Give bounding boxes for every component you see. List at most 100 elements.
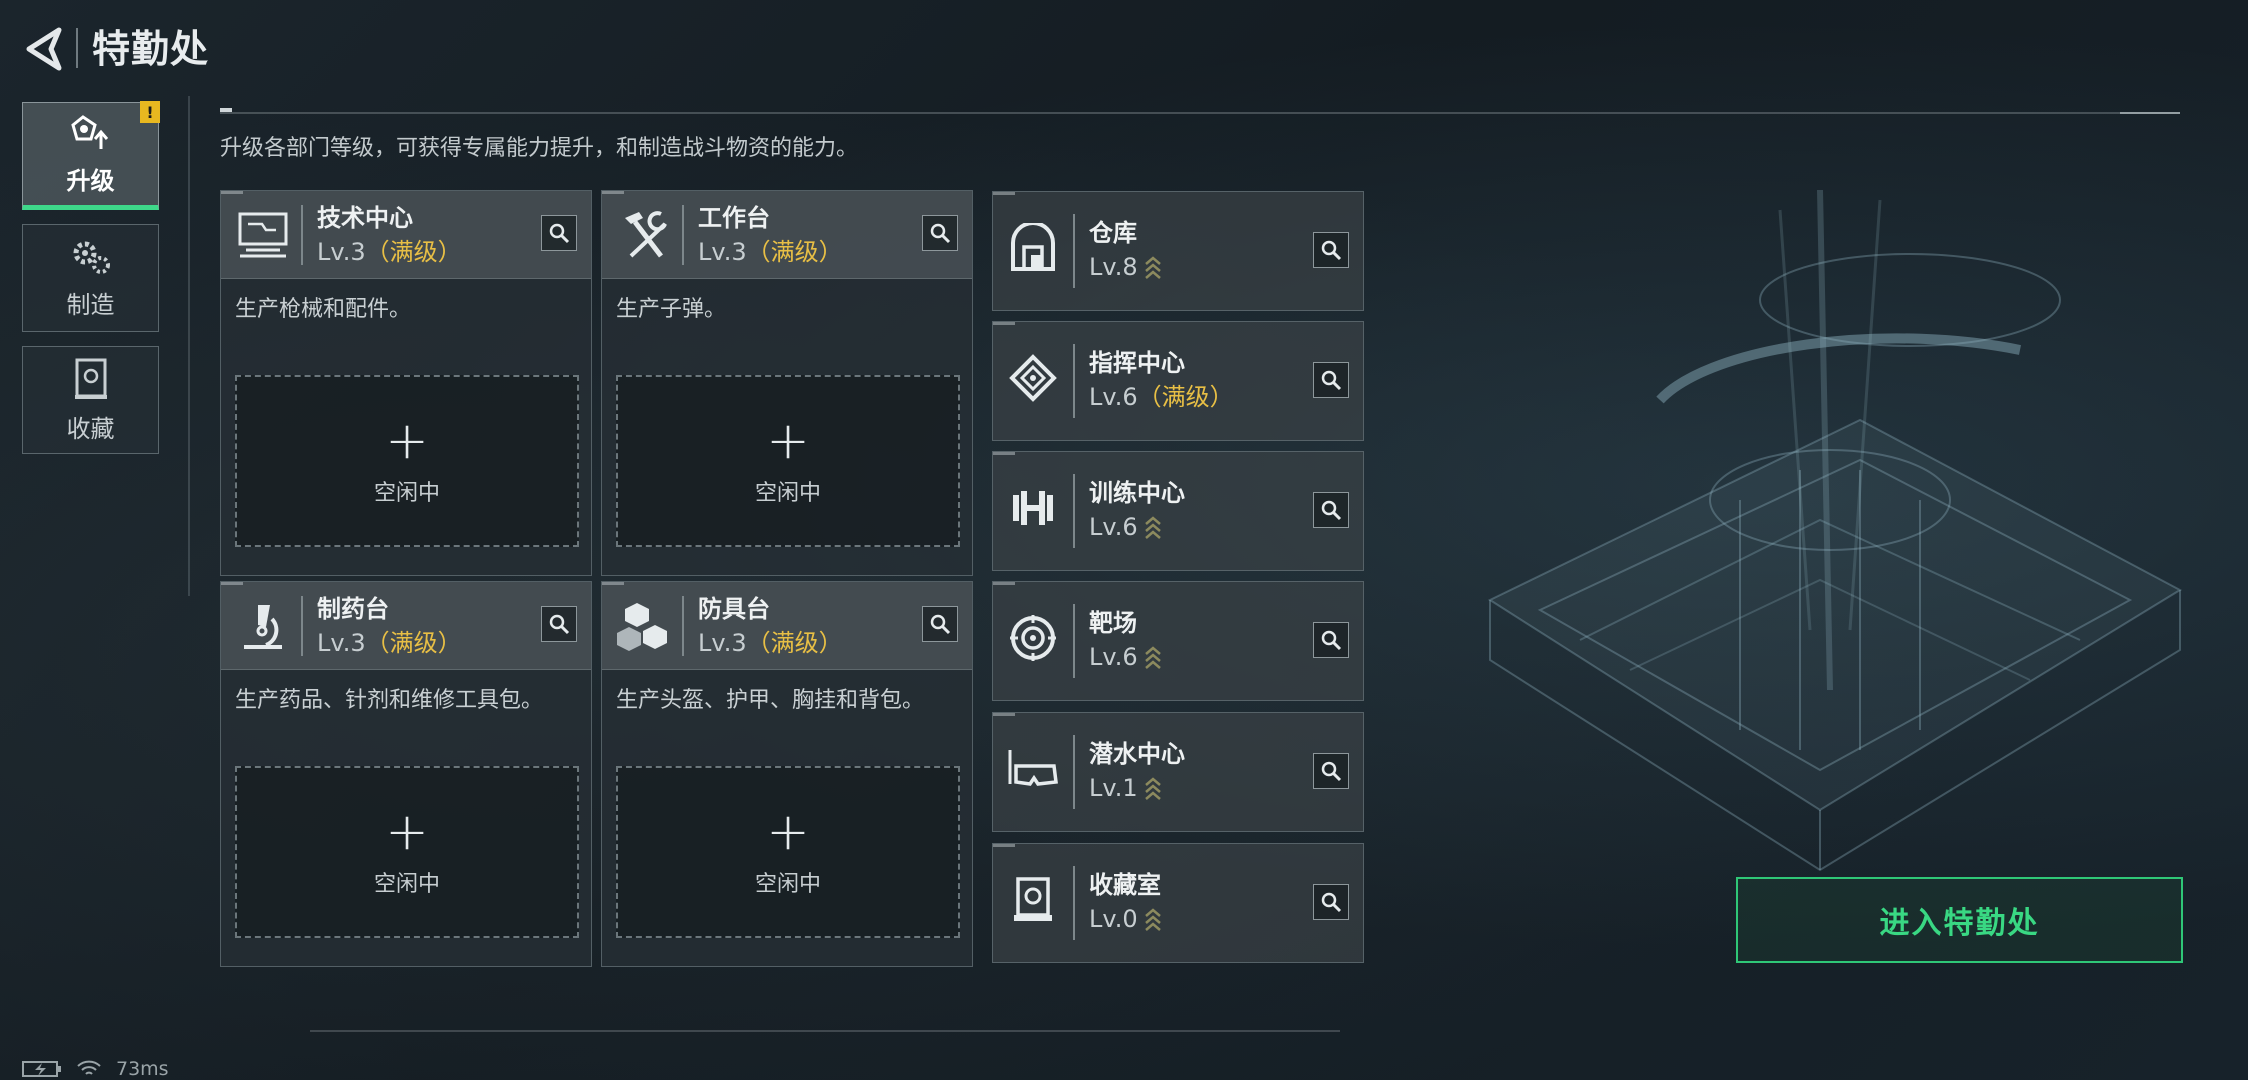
headquarters-hologram: [1487, 189, 2183, 872]
card-notch: [993, 452, 1015, 455]
slot-status: 空闲中: [373, 481, 440, 506]
dumbbell-icon: [1003, 478, 1063, 538]
magnifier-icon: [930, 223, 951, 244]
department-description: 生产子弹。: [616, 297, 727, 322]
facility-name: 指挥中心: [1089, 349, 1185, 377]
inspect-button[interactable]: [1313, 753, 1349, 789]
header-divider: [1073, 474, 1075, 548]
card-header: 工作台 Lv.3（满级）: [602, 191, 972, 279]
production-slot[interactable]: + 空闲中: [616, 375, 960, 547]
level-value: Lv.3: [317, 629, 366, 657]
display-case-icon: [1003, 870, 1063, 930]
inspect-button[interactable]: [922, 215, 958, 251]
diving-mask-icon: [1003, 739, 1063, 799]
facility-level: Lv.8: [1089, 252, 1162, 282]
card-notch: [993, 713, 1015, 716]
page-title: 特勤处: [92, 27, 210, 71]
department-name: 技术中心: [317, 204, 413, 232]
max-level-tag: （满级）: [1137, 383, 1234, 411]
slot-status: 空闲中: [373, 872, 440, 897]
production-slot[interactable]: + 空闲中: [235, 375, 579, 547]
slot-status: 空闲中: [754, 481, 821, 506]
magnifier-icon: [1321, 240, 1342, 261]
plus-icon: +: [766, 411, 810, 471]
production-slot[interactable]: + 空闲中: [235, 766, 579, 938]
nav-label-upgrade: 升级: [66, 166, 115, 195]
upgrade-available-icon: [1144, 516, 1161, 539]
department-name: 工作台: [698, 204, 770, 232]
card-header: 防具台 Lv.3（满级）: [602, 582, 972, 670]
inspect-button[interactable]: [1313, 362, 1349, 398]
level-value: Lv.6: [1089, 643, 1138, 671]
microscope-icon: [233, 596, 293, 656]
top-divider: [220, 112, 2180, 114]
facility-card-shooting-range[interactable]: 靶场 Lv.6: [992, 581, 1364, 701]
facility-level: Lv.0: [1089, 904, 1162, 934]
facility-card-warehouse[interactable]: 仓库 Lv.8: [992, 191, 1364, 311]
inspect-button[interactable]: [1313, 492, 1349, 528]
facility-level: Lv.1: [1089, 773, 1162, 803]
nav-item-craft[interactable]: 制造: [22, 224, 159, 332]
department-name: 制药台: [317, 595, 389, 623]
card-notch: [221, 191, 243, 194]
facility-card-command-center[interactable]: 指挥中心 Lv.6（满级）: [992, 321, 1364, 441]
nav-label-craft: 制造: [66, 290, 115, 319]
inspect-button[interactable]: [1313, 884, 1349, 920]
top-divider-tick: [220, 108, 232, 112]
facility-card-training-center[interactable]: 训练中心 Lv.6: [992, 451, 1364, 571]
department-description: 生产药品、针剂和维修工具包。: [235, 688, 544, 713]
inspect-button[interactable]: [922, 606, 958, 642]
status-bar: 73ms: [22, 1058, 169, 1080]
warehouse-icon: [1003, 218, 1063, 278]
card-notch: [221, 582, 243, 585]
card-notch: [602, 191, 624, 194]
header-divider: [682, 205, 684, 265]
facility-level: Lv.6: [1089, 512, 1162, 542]
slot-status: 空闲中: [754, 872, 821, 897]
magnifier-icon: [1321, 761, 1342, 782]
production-slot[interactable]: + 空闲中: [616, 766, 960, 938]
magnifier-icon: [930, 614, 951, 635]
inspect-button[interactable]: [541, 606, 577, 642]
upgrade-available-icon: [1144, 646, 1161, 669]
facility-card-collection-room[interactable]: 收藏室 Lv.0: [992, 843, 1364, 963]
magnifier-icon: [549, 223, 570, 244]
inspect-button[interactable]: [1313, 232, 1349, 268]
inspect-button[interactable]: [1313, 622, 1349, 658]
nav-item-collection[interactable]: 收藏: [22, 346, 159, 454]
card-header: 技术中心 Lv.3（满级）: [221, 191, 591, 279]
department-level: Lv.3（满级）: [698, 237, 843, 267]
battery-charging-icon: [22, 1061, 61, 1077]
card-header: 制药台 Lv.3（满级）: [221, 582, 591, 670]
bottom-divider: [310, 1030, 1340, 1032]
inspect-button[interactable]: [541, 215, 577, 251]
enter-button-label: 进入特勤处: [1879, 906, 2040, 941]
header-divider: [1073, 604, 1075, 678]
card-notch: [993, 322, 1015, 325]
card-notch: [993, 192, 1015, 195]
header-divider: [76, 28, 78, 68]
computer-icon: [233, 205, 293, 265]
facility-name: 靶场: [1089, 609, 1137, 637]
level-value: Lv.0: [1089, 905, 1138, 933]
header-divider: [682, 596, 684, 656]
header-divider: [301, 596, 303, 656]
level-value: Lv.1: [1089, 774, 1138, 802]
plus-icon: +: [766, 802, 810, 862]
max-level-tag: （满级）: [365, 629, 462, 657]
alert-badge: !: [140, 101, 160, 123]
upgrade-available-icon: [1144, 908, 1161, 931]
max-level-tag: （满级）: [365, 238, 462, 266]
top-divider-end: [2120, 112, 2180, 114]
nav-label-collection: 收藏: [66, 414, 115, 443]
cubes-icon: [614, 596, 674, 656]
level-value: Lv.3: [317, 238, 366, 266]
facility-card-diving-center[interactable]: 潜水中心 Lv.1: [992, 712, 1364, 832]
header-divider: [1073, 214, 1075, 288]
enter-headquarters-button[interactable]: 进入特勤处: [1736, 877, 2183, 963]
magnifier-icon: [1321, 500, 1342, 521]
facility-name: 训练中心: [1089, 479, 1185, 507]
nav-item-upgrade[interactable]: ! 升级: [22, 101, 160, 210]
department-card-armor-bench: 防具台 Lv.3（满级） 生产头盔、护甲、胸挂和背包。 + 空闲中: [601, 581, 973, 967]
back-button[interactable]: [22, 24, 64, 74]
